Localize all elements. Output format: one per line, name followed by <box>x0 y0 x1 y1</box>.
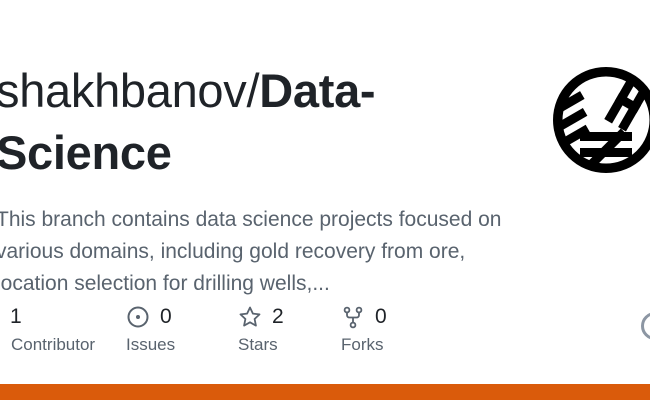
issues-label: Issues <box>126 335 176 354</box>
repo-description: This branch contains data science projec… <box>0 208 502 295</box>
repo-title: shakhbanov/Data-Science <box>0 60 516 184</box>
repo-social-card: shakhbanov/Data-Science This branch cont… <box>0 0 650 400</box>
stars-count: 2 <box>272 305 284 328</box>
stars-label: Stars <box>238 335 278 354</box>
forks-label: Forks <box>341 335 384 354</box>
issue-opened-icon <box>127 306 149 328</box>
contributors-count: 1 <box>10 305 22 328</box>
issues-count: 0 <box>160 305 172 328</box>
shz-monogram-logo <box>553 67 650 173</box>
star-icon <box>239 306 261 327</box>
language-bar <box>0 384 650 400</box>
repo-owner: shakhbanov/ <box>0 64 260 117</box>
repo-forked-icon <box>343 306 363 329</box>
contributors-label: Contributor <box>11 335 96 354</box>
stat-contributors: 1 Contributor <box>0 302 106 362</box>
forks-count: 0 <box>375 305 387 328</box>
contributor-avatar <box>641 312 650 340</box>
language-bar-fill <box>0 384 650 400</box>
